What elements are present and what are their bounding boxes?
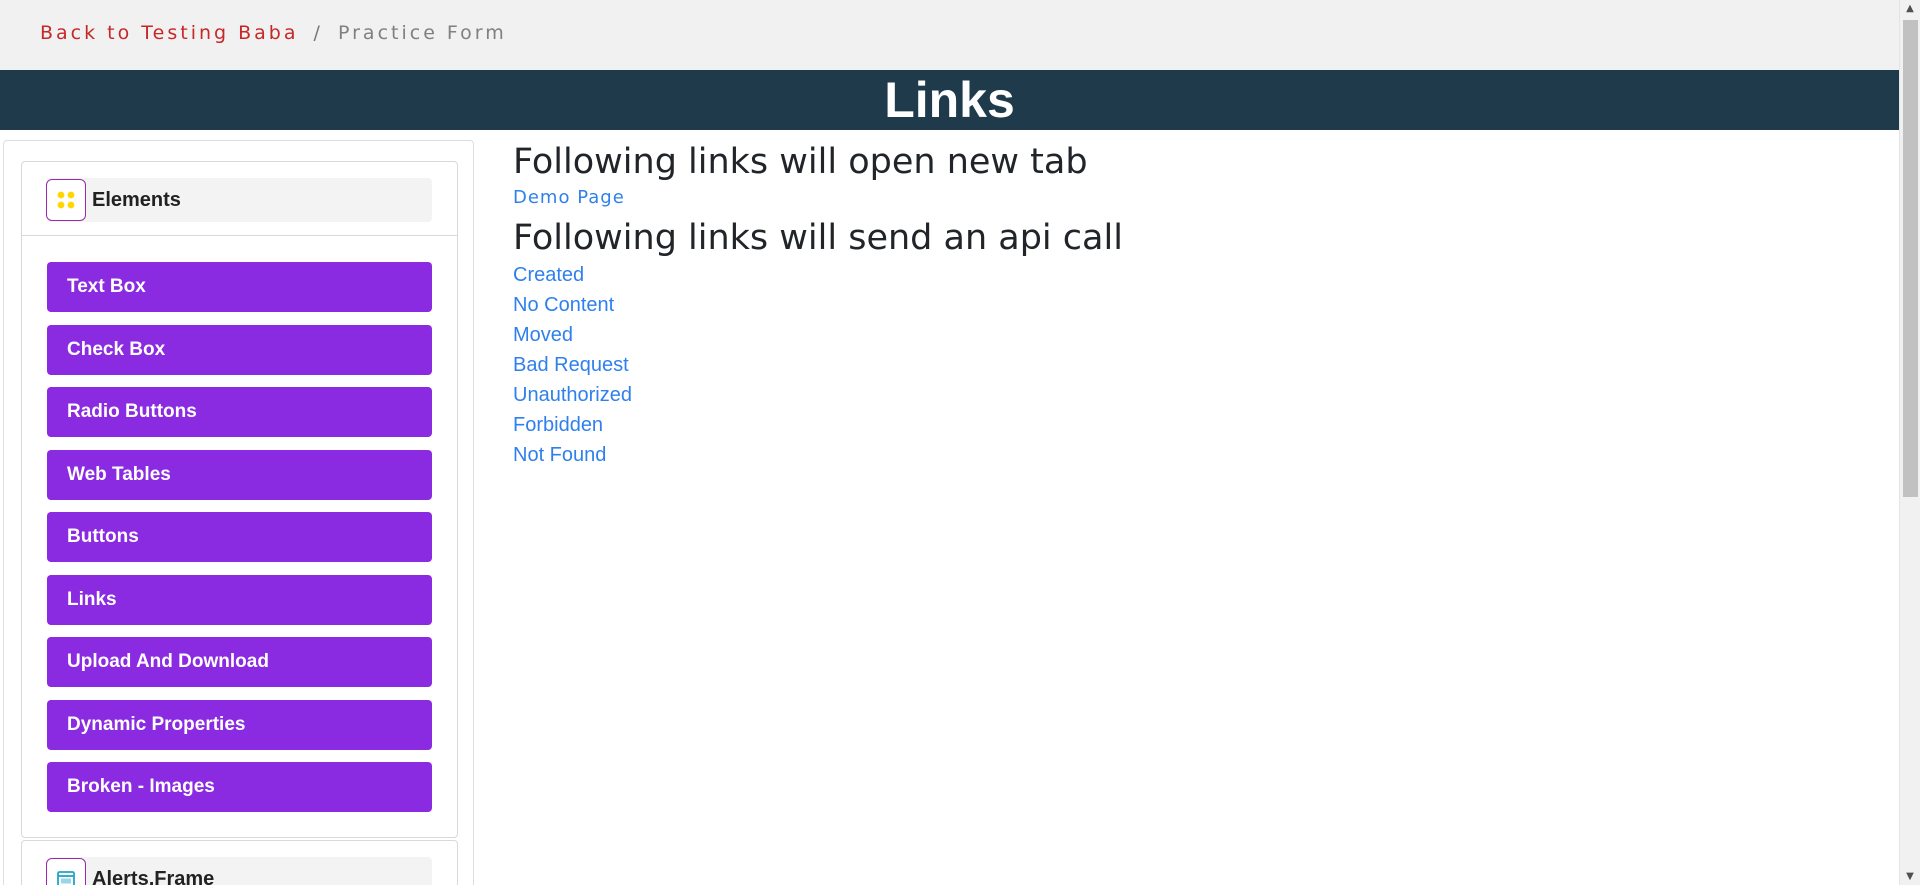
page-title: Links <box>884 72 1015 128</box>
bad-request-link[interactable]: Bad Request <box>513 350 632 380</box>
vertical-scrollbar[interactable]: ▲ ▼ <box>1899 0 1920 885</box>
group-header-alerts-frame[interactable]: Alerts,Frame <box>22 841 457 885</box>
sidebar-group-alerts-frame: Alerts,Frame <box>21 840 458 885</box>
api-links-list: Created No Content Moved Bad Request Una… <box>513 260 632 470</box>
breadcrumb-current: Practice Form <box>338 22 507 44</box>
sidebar-item-check-box[interactable]: Check Box <box>47 324 432 375</box>
top-bar: Back to Testing Baba / Practice Form <box>0 0 1899 70</box>
grid-dots-icon <box>46 179 86 221</box>
page: Back to Testing Baba / Practice Form Lin… <box>0 0 1920 885</box>
scroll-up-arrow-icon[interactable]: ▲ <box>1900 0 1920 17</box>
elements-menu: Text Box Check Box Radio Buttons Web Tab… <box>47 262 432 825</box>
sidebar-item-radio-buttons[interactable]: Radio Buttons <box>47 387 432 437</box>
new-tab-heading: Following links will open new tab <box>513 142 1088 182</box>
sidebar-item-links[interactable]: Links <box>47 574 432 625</box>
created-link[interactable]: Created <box>513 260 632 290</box>
sidebar-item-web-tables[interactable]: Web Tables <box>47 449 432 500</box>
group-title-elements: Elements <box>92 188 181 211</box>
sidebar: Elements Text Box Check Box Radio Button… <box>3 140 474 885</box>
not-found-link[interactable]: Not Found <box>513 440 632 470</box>
forbidden-link[interactable]: Forbidden <box>513 410 632 440</box>
scroll-down-arrow-icon[interactable]: ▼ <box>1900 868 1920 885</box>
breadcrumb-separator: / <box>313 22 323 44</box>
window-icon <box>46 858 86 885</box>
group-header-elements[interactable]: Elements <box>22 162 457 236</box>
moved-link[interactable]: Moved <box>513 320 632 350</box>
group-title-alerts-frame: Alerts,Frame <box>92 867 215 885</box>
sidebar-item-broken-images[interactable]: Broken - Images <box>47 762 432 812</box>
demo-page-link[interactable]: Demo Page <box>513 187 625 208</box>
no-content-link[interactable]: No Content <box>513 290 632 320</box>
api-call-heading: Following links will send an api call <box>513 218 1123 258</box>
sidebar-item-dynamic-properties[interactable]: Dynamic Properties <box>47 699 432 750</box>
group-header-elements-inner: Elements <box>46 178 432 222</box>
sidebar-item-buttons[interactable]: Buttons <box>47 512 432 562</box>
sidebar-group-elements: Elements Text Box Check Box Radio Button… <box>21 161 458 838</box>
sidebar-item-upload-and-download[interactable]: Upload And Download <box>47 637 432 687</box>
scrollbar-thumb[interactable] <box>1903 20 1918 497</box>
title-band: Links <box>0 70 1899 130</box>
sidebar-item-text-box[interactable]: Text Box <box>47 262 432 312</box>
unauthorized-link[interactable]: Unauthorized <box>513 380 632 410</box>
group-header-alerts-frame-inner: Alerts,Frame <box>46 857 432 885</box>
back-to-testing-baba-link[interactable]: Back to Testing Baba <box>40 22 299 44</box>
breadcrumb: Back to Testing Baba / Practice Form <box>40 22 507 44</box>
